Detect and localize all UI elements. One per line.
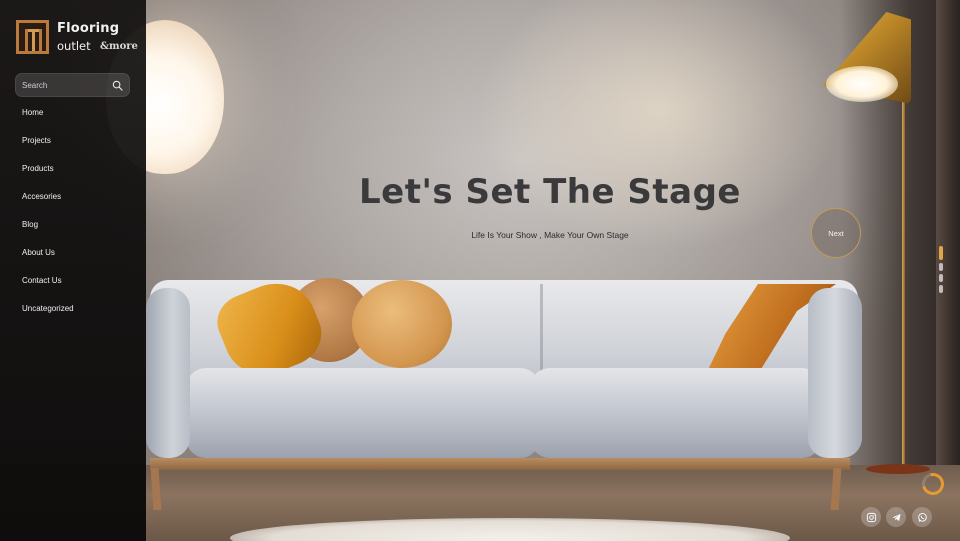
next-slide-button[interactable]: Next [811,208,861,258]
sidebar: Flooring outlet &more Home Projects Prod… [0,0,146,541]
floor-lamp-pole [902,60,905,470]
telegram-icon[interactable] [886,507,906,527]
instagram-icon[interactable] [861,507,881,527]
logo-icon [16,20,49,54]
hero-title: Let's Set The Stage [359,172,741,212]
brand-name-line1: Flooring [57,21,120,36]
hero-subtitle: Life Is Your Show , Make Your Own Stage [471,230,629,240]
sofa-seat-cushion [530,368,822,458]
search-icon[interactable] [112,80,123,91]
nav-item-products[interactable]: Products [22,164,74,192]
nav-item-home[interactable]: Home [22,108,74,136]
nav-item-blog[interactable]: Blog [22,220,74,248]
floor-lamp-glow [826,66,898,102]
slide-dot[interactable] [939,246,943,260]
nav-item-projects[interactable]: Projects [22,136,74,164]
main-nav: Home Projects Products Accesories Blog A… [22,108,74,332]
slide-dot[interactable] [939,263,943,271]
whatsapp-icon[interactable] [912,507,932,527]
nav-item-accessories[interactable]: Accesories [22,192,74,220]
nav-item-contact-us[interactable]: Contact Us [22,276,74,304]
sofa-armrest [808,288,862,458]
brand-logo[interactable]: Flooring outlet &more [16,20,141,56]
brand-name-line2: outlet [57,39,91,53]
sofa-frame [150,458,850,470]
curtain [936,0,960,470]
pillow [352,280,452,368]
search-input[interactable] [22,77,110,93]
sofa-armrest [146,288,190,458]
search-box [15,73,130,97]
slide-dot[interactable] [939,285,943,293]
nav-item-about-us[interactable]: About Us [22,248,74,276]
brand-name-suffix: &more [100,41,138,52]
sofa-seat-cushion [186,368,540,458]
slide-dot[interactable] [939,274,943,282]
nav-item-uncategorized[interactable]: Uncategorized [22,304,74,332]
floor-lamp-base [866,464,930,474]
slide-indicators [939,246,945,296]
